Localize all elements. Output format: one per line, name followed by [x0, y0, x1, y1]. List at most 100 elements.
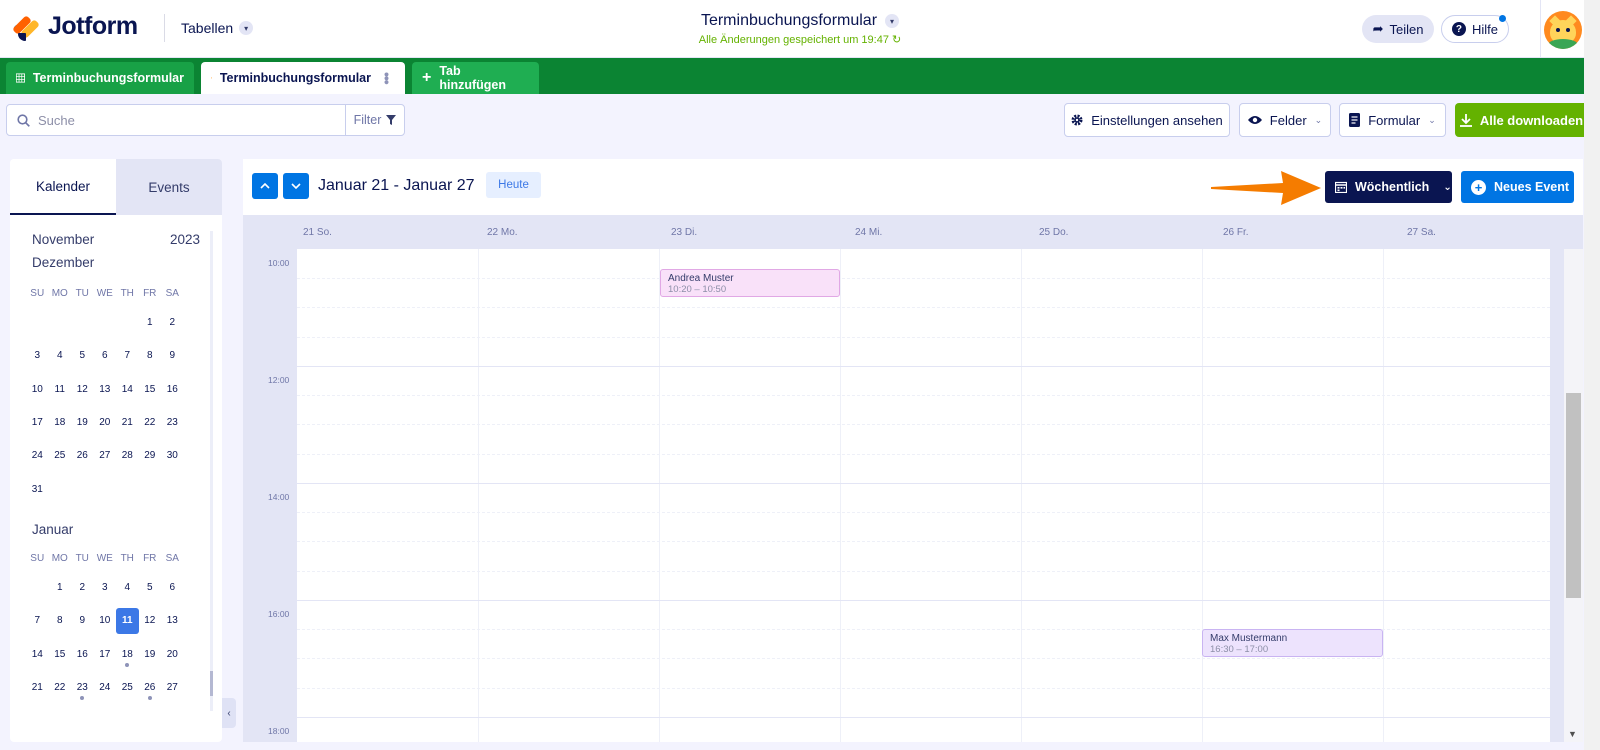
avatar[interactable]	[1544, 11, 1582, 49]
calendar-day[interactable]: 24	[26, 439, 49, 472]
table-grid-icon	[16, 73, 25, 83]
calendar-day[interactable]: 10	[94, 604, 117, 637]
calendar-day[interactable]: 9	[161, 339, 184, 372]
calendar-day[interactable]: 21	[116, 406, 139, 439]
calendar-day[interactable]: 16	[161, 373, 184, 406]
calendar-day[interactable]: 4	[49, 339, 72, 372]
calendar-day[interactable]: 21	[26, 671, 49, 704]
calendar-day[interactable]: 23	[71, 671, 94, 704]
weekday-label: TU	[75, 288, 89, 299]
calendar-day[interactable]: 10	[26, 373, 49, 406]
today-button[interactable]: Heute	[486, 172, 541, 198]
calendar-day[interactable]: 26	[139, 671, 162, 704]
calendar-day[interactable]: 25	[49, 439, 72, 472]
calendar-day[interactable]: 6	[161, 571, 184, 604]
calendar-day[interactable]: 27	[94, 439, 117, 472]
share-button[interactable]: ➦ Teilen	[1362, 15, 1434, 43]
day-header: 26 Fr.	[1223, 227, 1249, 238]
calendar-day[interactable]: 12	[139, 604, 162, 637]
calendar-day[interactable]: 8	[49, 604, 72, 637]
calendar-day[interactable]: 17	[94, 638, 117, 671]
tab-table-view[interactable]: Terminbuchungsformular	[6, 62, 194, 94]
form-title-dropdown[interactable]: Terminbuchungsformular ▾	[701, 12, 900, 30]
calendar-day[interactable]: 5	[139, 571, 162, 604]
calendar-day[interactable]: 1	[49, 571, 72, 604]
calendar-day[interactable]: 14	[26, 638, 49, 671]
calendar-day[interactable]: 20	[161, 638, 184, 671]
search-input[interactable]	[38, 112, 318, 128]
calendar-day[interactable]: 27	[161, 671, 184, 704]
week-time-grid[interactable]: Andrea Muster 10:20 – 10:50 Max Musterma…	[297, 249, 1550, 742]
calendar-day[interactable]: 19	[71, 406, 94, 439]
calendar-day[interactable]: 3	[94, 571, 117, 604]
calendar-scrollbar[interactable]: ▼	[1564, 249, 1583, 742]
scroll-down-arrow-icon[interactable]: ▼	[1568, 729, 1577, 739]
calendar-day[interactable]: 7	[26, 604, 49, 637]
calendar-day[interactable]: 28	[116, 439, 139, 472]
calendar-day[interactable]: 29	[139, 439, 162, 472]
calendar-day[interactable]: 31	[26, 472, 49, 505]
sidebar-scrollbar[interactable]	[210, 231, 213, 711]
calendar-day[interactable]: 22	[139, 406, 162, 439]
calendar-day[interactable]: 3	[26, 339, 49, 372]
calendar-day-empty	[26, 306, 49, 339]
calendar-day[interactable]: 15	[49, 638, 72, 671]
next-week-button[interactable]	[283, 173, 309, 199]
help-button[interactable]: ? Hilfe	[1441, 15, 1509, 43]
calendar-icon	[211, 77, 212, 79]
filter-button[interactable]: Filter	[345, 104, 405, 136]
tab-events[interactable]: Events	[116, 159, 222, 215]
calendar-day[interactable]: 1	[139, 306, 162, 339]
tab-calendar-view[interactable]: Terminbuchungsformular •••	[201, 62, 405, 94]
calendar-day[interactable]: 30	[161, 439, 184, 472]
calendar-day[interactable]: 5	[71, 339, 94, 372]
half-hour-line	[297, 541, 1550, 542]
calendar-day[interactable]: 8	[139, 339, 162, 372]
collapse-sidebar-button[interactable]: ‹	[222, 698, 236, 728]
calendar-day-selected[interactable]: 11	[116, 608, 139, 634]
calendar-day[interactable]: 17	[26, 406, 49, 439]
calendar-day[interactable]: 16	[71, 638, 94, 671]
calendar-day[interactable]: 19	[139, 638, 162, 671]
view-settings-label: Einstellungen ansehen	[1091, 112, 1223, 128]
calendar-day[interactable]: 12	[71, 373, 94, 406]
tab-calendar[interactable]: Kalender	[10, 159, 116, 215]
calendar-day[interactable]: 2	[71, 571, 94, 604]
view-mode-dropdown[interactable]: Wöchentlich ⌄	[1325, 171, 1452, 203]
tables-dropdown[interactable]: Tabellen ▾	[181, 20, 254, 36]
calendar-day-empty	[71, 306, 94, 339]
new-event-button[interactable]: + Neues Event	[1461, 171, 1574, 203]
event-card[interactable]: Max Mustermann 16:30 – 17:00	[1202, 629, 1383, 657]
calendar-day[interactable]: 18	[116, 638, 139, 671]
scrollbar-thumb[interactable]	[1566, 393, 1581, 598]
calendar-day[interactable]: 15	[139, 373, 162, 406]
calendar-day[interactable]: 11	[49, 373, 72, 406]
calendar-day[interactable]: 24	[94, 671, 117, 704]
calendar-day[interactable]: 18	[49, 406, 72, 439]
page-scrollbar[interactable]	[1584, 0, 1600, 750]
jotform-logo[interactable]: Jotform	[12, 12, 138, 41]
calendar-day[interactable]: 13	[94, 373, 117, 406]
hour-line	[297, 717, 1550, 718]
tab-bar: Terminbuchungsformular Terminbuchungsfor…	[0, 58, 1584, 94]
calendar-day[interactable]: 23	[161, 406, 184, 439]
event-card[interactable]: Andrea Muster 10:20 – 10:50	[660, 269, 840, 297]
calendar-day[interactable]: 20	[94, 406, 117, 439]
kebab-menu-icon[interactable]: •••	[379, 72, 395, 84]
fields-dropdown[interactable]: Felder ⌄	[1239, 103, 1331, 137]
calendar-day[interactable]: 4	[116, 571, 139, 604]
add-tab-button[interactable]: + Tab hinzufügen	[412, 62, 539, 94]
calendar-day[interactable]: 2	[161, 306, 184, 339]
calendar-day[interactable]: 13	[161, 604, 184, 637]
view-settings-button[interactable]: Einstellungen ansehen	[1064, 103, 1230, 137]
download-all-button[interactable]: Alle downloaden	[1455, 103, 1588, 137]
calendar-day[interactable]: 6	[94, 339, 117, 372]
calendar-day[interactable]: 22	[49, 671, 72, 704]
calendar-day[interactable]: 26	[71, 439, 94, 472]
previous-week-button[interactable]	[252, 173, 278, 199]
calendar-day[interactable]: 14	[116, 373, 139, 406]
calendar-day[interactable]: 9	[71, 604, 94, 637]
calendar-day[interactable]: 25	[116, 671, 139, 704]
form-dropdown[interactable]: Formular ⌄	[1339, 103, 1446, 137]
calendar-day[interactable]: 7	[116, 339, 139, 372]
